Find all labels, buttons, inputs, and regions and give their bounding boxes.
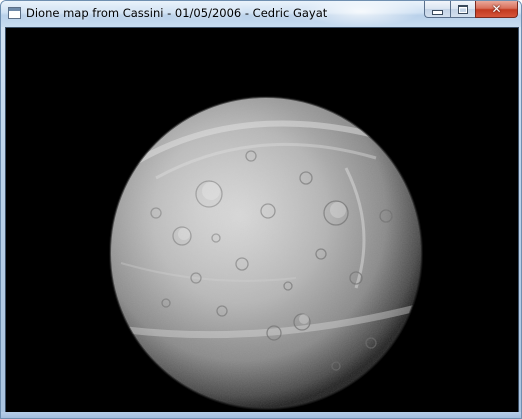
maximize-button[interactable] xyxy=(450,1,475,18)
render-viewport[interactable] xyxy=(5,27,519,413)
close-button[interactable]: ✕ xyxy=(475,1,518,18)
caption-buttons: ✕ xyxy=(424,1,518,19)
minimize-icon xyxy=(432,9,443,15)
application-window-icon[interactable] xyxy=(8,7,21,19)
dione-moon-render xyxy=(6,28,518,412)
close-icon: ✕ xyxy=(491,2,502,16)
window-bottom-frame xyxy=(1,412,521,418)
maximize-icon xyxy=(458,4,468,14)
window-title: Dione map from Cassini - 01/05/2006 - Ce… xyxy=(26,6,328,20)
application-window: Dione map from Cassini - 01/05/2006 - Ce… xyxy=(0,0,522,419)
minimize-button[interactable] xyxy=(424,1,450,18)
title-bar[interactable]: Dione map from Cassini - 01/05/2006 - Ce… xyxy=(1,1,521,27)
